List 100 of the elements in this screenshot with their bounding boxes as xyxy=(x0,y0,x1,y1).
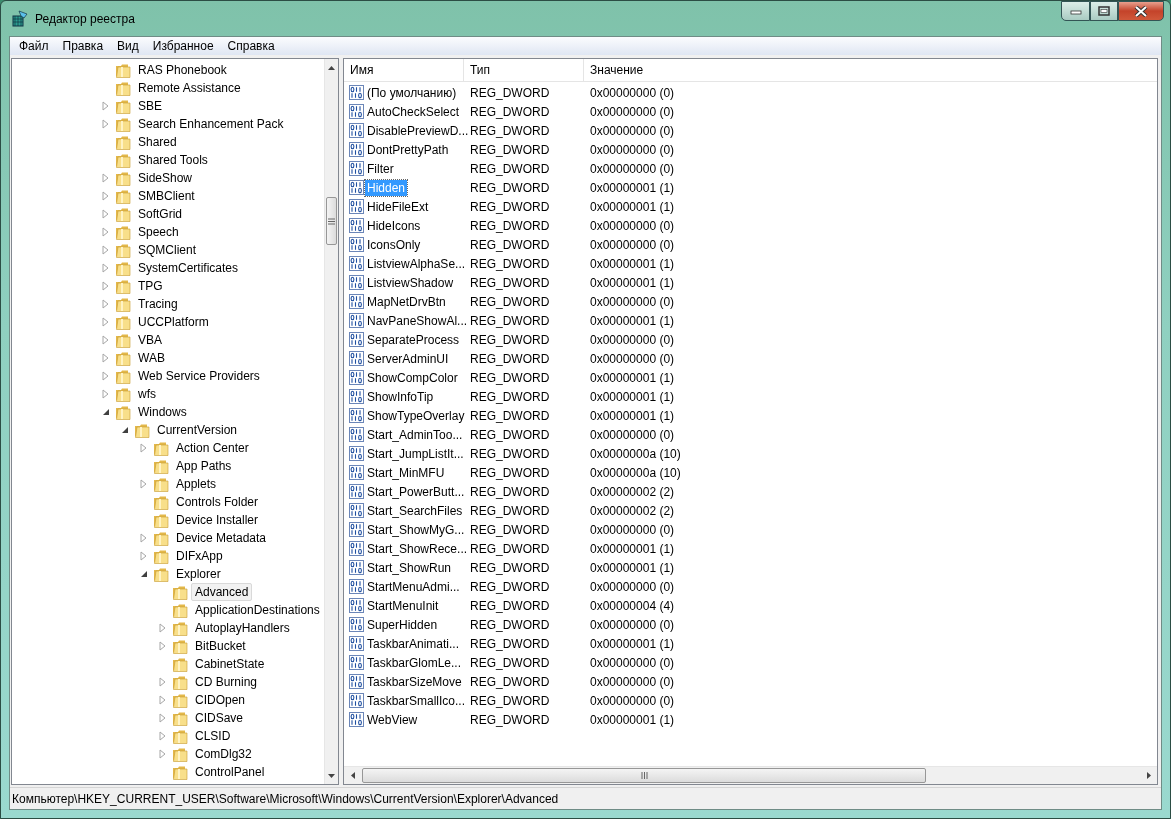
value-name[interactable]: Filter xyxy=(365,160,396,177)
tree-item[interactable]: Speech xyxy=(134,223,183,241)
tree-item[interactable]: SoftGrid xyxy=(134,205,186,223)
value-data: 0x00000001 (1) xyxy=(589,389,675,404)
value-name[interactable]: ListviewAlphaSe... xyxy=(365,255,468,272)
value-name[interactable]: Start_SearchFiles xyxy=(365,502,465,519)
tree-item[interactable]: Applets xyxy=(172,475,221,493)
expand-arrow-icon[interactable] xyxy=(139,479,149,489)
value-name[interactable]: ShowInfoTip xyxy=(365,388,436,405)
minimize-button[interactable] xyxy=(1061,1,1090,21)
value-name[interactable]: TaskbarGlomLe... xyxy=(365,654,464,671)
tree-item[interactable]: Windows xyxy=(134,403,191,421)
value-name[interactable]: WebView xyxy=(365,711,420,728)
tree-item[interactable]: Device Metadata xyxy=(172,529,271,547)
column-header[interactable]: Тип xyxy=(464,59,584,81)
tree-item[interactable]: ComDlg32 xyxy=(191,745,256,763)
scroll-down-icon[interactable] xyxy=(327,773,335,778)
value-name[interactable]: TaskbarSmallIco... xyxy=(365,692,468,709)
tree-item[interactable]: wfs xyxy=(134,385,160,403)
value-name[interactable]: Start_AdminToo... xyxy=(365,426,465,443)
value-name[interactable]: ShowCompColor xyxy=(365,369,460,386)
scroll-thumb[interactable] xyxy=(325,197,337,245)
binary-value-icon xyxy=(349,446,364,461)
tree-item[interactable]: Action Center xyxy=(172,439,253,457)
tree-item[interactable]: UCCPlatform xyxy=(134,313,213,331)
column-header[interactable]: Значение xyxy=(584,59,784,81)
value-data: 0x00000000 (0) xyxy=(589,579,675,594)
tree-item[interactable]: Controls Folder xyxy=(172,493,263,511)
tree-item[interactable]: Device Installer xyxy=(172,511,263,529)
value-name[interactable]: SuperHidden xyxy=(365,616,440,633)
scroll-right-icon[interactable] xyxy=(1146,772,1151,779)
tree-item[interactable]: ApplicationDestinations xyxy=(191,601,324,619)
tree-item[interactable]: SideShow xyxy=(134,169,197,187)
tree-item[interactable]: WAB xyxy=(134,349,169,367)
folder-icon xyxy=(172,638,188,654)
value-name[interactable]: StartMenuAdmi... xyxy=(365,578,462,595)
tree-item[interactable]: TPG xyxy=(134,277,167,295)
tree-item[interactable]: Tracing xyxy=(134,295,182,313)
value-name[interactable]: (По умолчанию) xyxy=(365,84,459,101)
value-name[interactable]: SeparateProcess xyxy=(365,331,462,348)
value-name[interactable]: MapNetDrvBtn xyxy=(365,293,448,310)
tree-item[interactable]: CabinetState xyxy=(191,655,269,673)
value-name[interactable]: DontPrettyPath xyxy=(365,141,451,158)
collapse-arrow-icon[interactable] xyxy=(139,569,149,579)
value-name[interactable]: DisablePreviewD... xyxy=(365,122,471,139)
value-name[interactable]: NavPaneShowAl... xyxy=(365,312,470,329)
value-name[interactable]: Start_MinMFU xyxy=(365,464,447,481)
tree-item[interactable]: AutoplayHandlers xyxy=(191,619,294,637)
value-name[interactable]: ServerAdminUI xyxy=(365,350,451,367)
tree-item[interactable]: CD Burning xyxy=(191,673,262,691)
scroll-up-icon[interactable] xyxy=(327,65,335,70)
value-name[interactable]: HideFileExt xyxy=(365,198,431,215)
tree-item[interactable]: DIFxApp xyxy=(172,547,227,565)
value-name[interactable]: ListviewShadow xyxy=(365,274,456,291)
value-name[interactable]: Start_PowerButt... xyxy=(365,483,467,500)
tree-item[interactable]: CLSID xyxy=(191,727,235,745)
value-name[interactable]: ShowTypeOverlay xyxy=(365,407,467,424)
value-name[interactable]: IconsOnly xyxy=(365,236,423,253)
binary-value-icon xyxy=(349,674,364,689)
menu-item[interactable]: Правка xyxy=(55,37,111,55)
scroll-thumb[interactable] xyxy=(362,768,926,783)
menu-item[interactable]: Вид xyxy=(110,37,146,55)
value-name[interactable]: AutoCheckSelect xyxy=(365,103,462,120)
expand-arrow-icon[interactable] xyxy=(139,443,149,453)
tree-item[interactable]: Web Service Providers xyxy=(134,367,264,385)
column-header[interactable]: Имя xyxy=(344,59,464,81)
value-name[interactable]: Start_ShowMyG... xyxy=(365,521,467,538)
value-name[interactable]: StartMenuInit xyxy=(365,597,441,614)
tree-item[interactable]: App Paths xyxy=(172,457,236,475)
menu-item[interactable]: Справка xyxy=(220,37,282,55)
tree-item[interactable]: SMBClient xyxy=(134,187,199,205)
tree-item[interactable]: SQMClient xyxy=(134,241,200,259)
menu-item[interactable]: Избранное xyxy=(145,37,221,55)
tree-item[interactable]: Remote Assistance xyxy=(134,79,245,97)
tree-item[interactable]: CIDOpen xyxy=(191,691,250,709)
value-name[interactable]: TaskbarSizeMove xyxy=(365,673,464,690)
tree-item[interactable]: CurrentVersion xyxy=(153,421,242,439)
tree-item[interactable]: Explorer xyxy=(172,565,225,583)
tree-item[interactable]: SBE xyxy=(134,97,166,115)
tree-item[interactable]: ControlPanel xyxy=(191,763,269,781)
value-name[interactable]: TaskbarAnimati... xyxy=(365,635,462,652)
tree-item[interactable]: BitBucket xyxy=(191,637,250,655)
close-button[interactable] xyxy=(1118,1,1164,21)
value-name[interactable]: Start_JumpListIt... xyxy=(365,445,466,462)
maximize-button[interactable] xyxy=(1090,1,1118,21)
scroll-left-icon[interactable] xyxy=(350,772,355,779)
tree-item[interactable]: Advanced xyxy=(191,583,253,601)
tree-item[interactable]: Shared Tools xyxy=(134,151,212,169)
tree-item[interactable]: RAS Phonebook xyxy=(134,61,231,79)
tree-item[interactable]: CIDSave xyxy=(191,709,248,727)
value-name[interactable]: HideIcons xyxy=(365,217,423,234)
tree-item[interactable]: VBA xyxy=(134,331,166,349)
binary-value-icon xyxy=(349,332,364,347)
tree-item[interactable]: Search Enhancement Pack xyxy=(134,115,288,133)
tree-item[interactable]: Shared xyxy=(134,133,181,151)
menu-item[interactable]: Файл xyxy=(12,37,56,55)
value-name[interactable]: Start_ShowRece... xyxy=(365,540,470,557)
folder-icon xyxy=(115,278,131,294)
value-name[interactable]: Start_ShowRun xyxy=(365,559,454,576)
tree-item[interactable]: SystemCertificates xyxy=(134,259,243,277)
